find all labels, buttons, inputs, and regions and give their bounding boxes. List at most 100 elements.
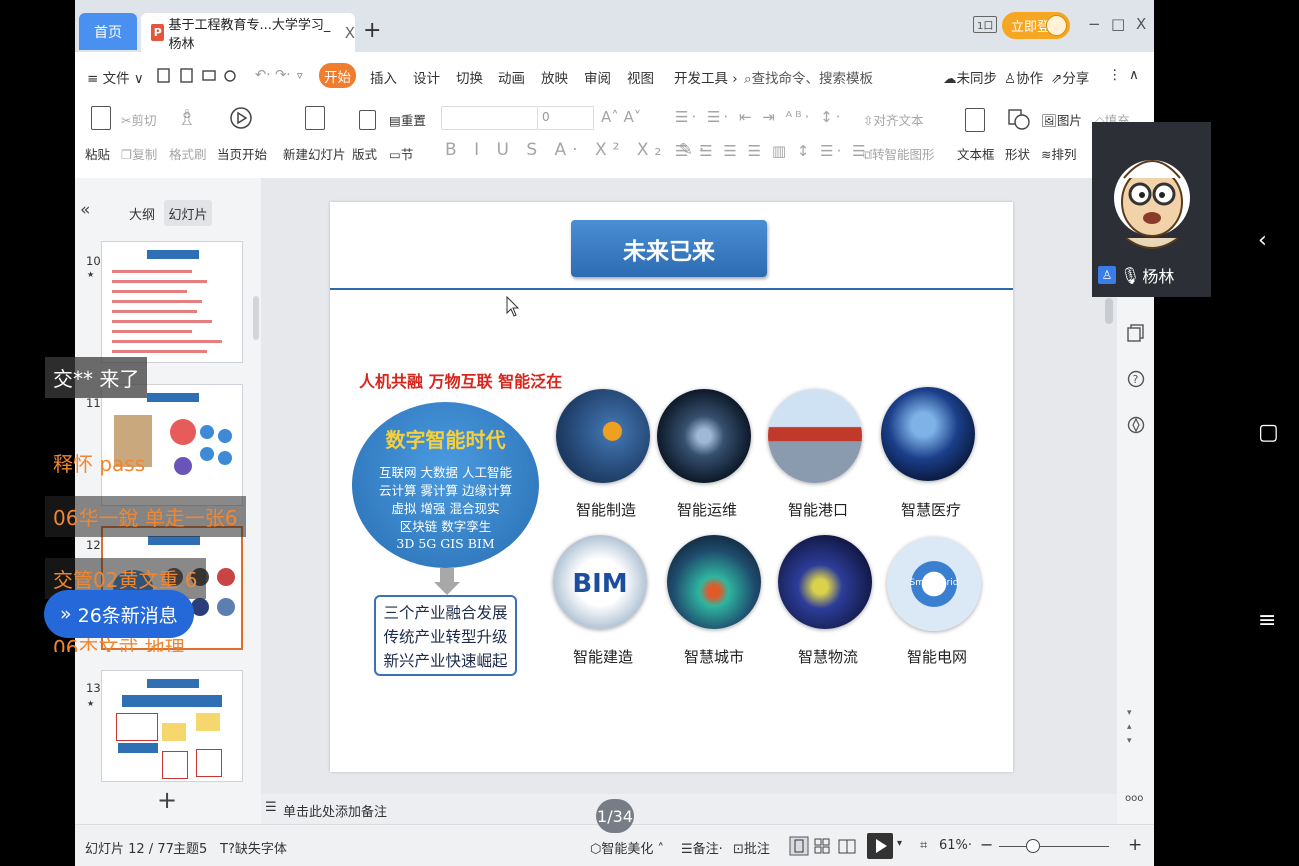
menu-start[interactable]: 开始: [319, 63, 356, 88]
scissors-icon: ✂: [121, 113, 132, 128]
slide-thumbnail[interactable]: [101, 670, 243, 782]
compass-icon[interactable]: [1127, 416, 1145, 434]
microphone-icon[interactable]: 🎙: [1120, 266, 1140, 285]
reset-icon: ▤: [389, 113, 401, 128]
menu-view[interactable]: 视图: [627, 67, 654, 87]
label-smart-operations: 智能运维: [676, 501, 737, 519]
comments-button[interactable]: ⊡批注: [733, 838, 770, 857]
textbox-icon[interactable]: [965, 108, 985, 132]
add-slide-button[interactable]: +: [157, 786, 177, 814]
help-icon[interactable]: ?: [1127, 370, 1145, 388]
layout-icon-ribbon[interactable]: [359, 110, 376, 130]
login-button[interactable]: 立即登录: [1002, 12, 1070, 39]
current-slide[interactable]: 未来已来 人机共融 万物互联 智能泛在 数字智能时代 互联网 大数据 人工智能 …: [330, 202, 1013, 772]
chat-message: 06华一銳 单走一张6: [45, 496, 246, 537]
shape-button[interactable]: 形状: [1005, 144, 1030, 163]
add-tab-button[interactable]: +: [363, 18, 381, 43]
layout-button[interactable]: 版式: [352, 144, 377, 163]
editor-scrollbar-thumb[interactable]: [1105, 298, 1113, 324]
textbox-button[interactable]: 文本框: [957, 144, 995, 163]
copy-page-icon[interactable]: [1127, 324, 1145, 342]
window-close-icon[interactable]: X: [1136, 15, 1146, 33]
picture-button[interactable]: 🖼图片: [1041, 110, 1082, 129]
paste-icon[interactable]: [91, 106, 111, 130]
view-mode-icons[interactable]: [789, 836, 859, 856]
tab-slides[interactable]: 幻灯片: [164, 200, 212, 226]
wps-presentation-window: 首页 P 基于工程教育专...大学学习_杨林 X + 1口 立即登录 − □ X…: [75, 0, 1154, 866]
copy-button[interactable]: ❐复制: [121, 144, 157, 163]
redo-icon[interactable]: ↷·: [275, 67, 291, 83]
font-style-buttons[interactable]: B I U S A· X² X₂ ✎·: [445, 140, 710, 160]
missing-font-button[interactable]: T?缺失字体: [220, 838, 287, 857]
menu-file[interactable]: ≡ 文件 ∨: [87, 67, 144, 87]
more-options-icon[interactable]: ooo: [1125, 793, 1143, 804]
menu-insert[interactable]: 插入: [370, 67, 397, 87]
collab-button[interactable]: ♙协作: [1004, 67, 1043, 87]
list-buttons[interactable]: ☰· ☰· ⇤ ⇥ ᴬᴮ· ↕·: [675, 108, 843, 126]
new-slide-button[interactable]: 新建幻灯片: [283, 144, 346, 163]
back-icon[interactable]: ‹: [1258, 228, 1267, 253]
customize-icon[interactable]: ▿: [297, 69, 303, 82]
menu-animation[interactable]: 动画: [498, 67, 525, 87]
play-icon[interactable]: [229, 105, 253, 131]
search-command[interactable]: ⌕查找命令、搜索模板: [744, 67, 873, 87]
smart-graphic-button[interactable]: ⧉转智能图形: [863, 144, 934, 163]
zoom-slider-handle[interactable]: [1026, 839, 1040, 853]
undo-icon[interactable]: ↶·: [255, 67, 271, 83]
sync-status[interactable]: ☁未同步: [943, 67, 997, 87]
slideshow-dropdown[interactable]: ▾: [897, 838, 902, 849]
zoom-out-button[interactable]: −: [980, 835, 993, 854]
zoom-fit-icon[interactable]: ⌗: [920, 838, 927, 853]
reset-button[interactable]: ▤重置: [389, 110, 426, 129]
zoom-level[interactable]: 61%·: [939, 838, 972, 853]
menu-transition[interactable]: 切换: [456, 67, 483, 87]
tab-outline[interactable]: 大纲: [125, 200, 159, 226]
slideshow-button[interactable]: [867, 833, 893, 859]
menu-slideshow[interactable]: 放映: [541, 67, 568, 87]
play-current-button[interactable]: 当页开始: [217, 144, 267, 163]
new-messages-button[interactable]: » 26条新消息: [44, 590, 194, 638]
arrange-button[interactable]: ≋排列: [1041, 144, 1077, 163]
share-button[interactable]: ⇗分享: [1051, 67, 1089, 87]
font-family-select[interactable]: [441, 106, 538, 130]
alignment-buttons[interactable]: ☰ ☰ ☰ ☰ ▥ ↕ ☰· ☰·: [675, 142, 876, 160]
collapse-ribbon-icon[interactable]: ∧: [1129, 67, 1139, 83]
cut-button[interactable]: ✂剪切: [121, 110, 157, 129]
slide-thumbnail[interactable]: [101, 384, 243, 506]
quick-access-icons[interactable]: [155, 67, 255, 85]
menu-design[interactable]: 设计: [413, 67, 440, 87]
layout-icon[interactable]: 1口: [973, 16, 998, 33]
panel-scrollbar-thumb[interactable]: [253, 296, 259, 340]
new-slide-icon[interactable]: [305, 106, 325, 130]
section-icon: ▭: [389, 147, 401, 162]
font-size-up-icon[interactable]: A˄ A˅: [601, 108, 641, 126]
menu-review[interactable]: 审阅: [584, 67, 611, 87]
scroll-arrows-icon[interactable]: ▾ ▴ ▾: [1127, 706, 1132, 748]
slide-thumbnail[interactable]: [101, 241, 243, 363]
font-size-select[interactable]: 0: [538, 106, 594, 130]
maximize-icon[interactable]: □: [1111, 15, 1125, 33]
beautify-button[interactable]: ⬡智能美化 ˄: [590, 838, 664, 857]
zoom-in-button[interactable]: +: [1128, 835, 1142, 855]
menu-developer[interactable]: 开发工具 ›: [674, 67, 738, 87]
close-icon[interactable]: X: [345, 24, 355, 42]
paste-button[interactable]: 粘贴: [85, 144, 110, 163]
tab-home[interactable]: 首页: [79, 13, 137, 50]
more-icon[interactable]: ⋮: [1108, 67, 1122, 83]
shape-icon[interactable]: [1007, 106, 1031, 132]
cloud-icon: ☁: [943, 71, 957, 87]
notes-pane[interactable]: ☰ 单击此处添加备注: [261, 794, 1117, 824]
presenter-camera[interactable]: ♙ 🎙 杨林: [1092, 122, 1211, 297]
collab-label: 协作: [1016, 71, 1044, 87]
section-button[interactable]: ▭节: [389, 144, 413, 163]
align-text-button[interactable]: ⇳对齐文本: [863, 110, 924, 129]
tab-document[interactable]: P 基于工程教育专...大学学习_杨林 X: [141, 13, 355, 52]
format-painter-button[interactable]: 格式刷: [169, 144, 207, 163]
theme-name[interactable]: 主题5: [173, 838, 207, 857]
home-icon[interactable]: ▢: [1258, 420, 1279, 445]
minimize-icon[interactable]: −: [1088, 15, 1101, 33]
zoom-slider-track[interactable]: [999, 846, 1109, 847]
collapse-panel-icon[interactable]: «: [80, 200, 90, 220]
menu-icon[interactable]: ≡: [1258, 608, 1276, 633]
notes-toggle-button[interactable]: ☰备注·: [681, 838, 723, 857]
